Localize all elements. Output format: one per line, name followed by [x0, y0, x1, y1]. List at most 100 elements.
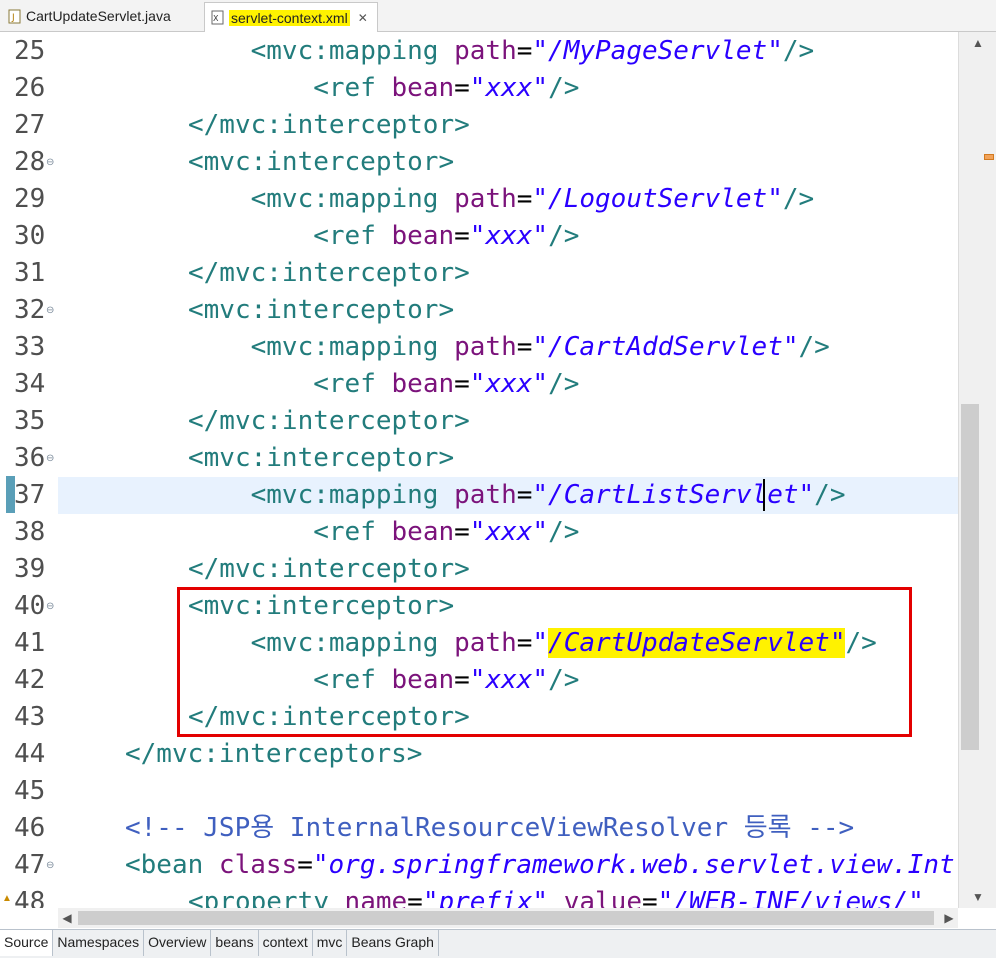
- code-text: </mvc:interceptors>: [125, 736, 422, 773]
- scroll-left-icon[interactable]: ◀: [58, 908, 76, 928]
- xml-tag: />: [548, 221, 580, 251]
- code-text: <property name="prefix" value="/WEB-INF/…: [188, 884, 924, 908]
- horizontal-scroll-thumb[interactable]: [78, 911, 934, 925]
- code-line[interactable]: 28 ⊖ <mvc:interceptor>: [0, 144, 958, 181]
- xml-punct: =: [516, 36, 533, 66]
- code-text: <mvc:mapping path="/CartAddServlet"/>: [188, 329, 830, 366]
- xml-tag: <mvc:mapping: [250, 36, 455, 66]
- code-line[interactable]: 35 </mvc:interceptor>: [0, 403, 958, 440]
- scroll-right-icon[interactable]: ▶: [940, 908, 958, 928]
- xml-string: "xxx": [469, 369, 549, 399]
- tab-beans-graph[interactable]: Beans Graph: [347, 930, 439, 956]
- fold-toggle-icon[interactable]: ⊖: [46, 847, 54, 884]
- xml-tag: />: [548, 369, 580, 399]
- line-number: 44: [14, 739, 46, 769]
- xml-attribute: bean: [391, 73, 455, 103]
- code-line[interactable]: 48 <property name="prefix" value="/WEB-IN…: [0, 884, 958, 908]
- xml-string: "xxx": [469, 221, 549, 251]
- xml-comment: <!-- JSP용 InternalResourceViewResolver 등…: [125, 813, 855, 843]
- scroll-up-icon[interactable]: ▲: [959, 34, 996, 52]
- fold-toggle-icon[interactable]: ⊖: [46, 292, 54, 329]
- code-line[interactable]: 32 ⊖ <mvc:interceptor>: [0, 292, 958, 329]
- code-line[interactable]: 39 </mvc:interceptor>: [0, 551, 958, 588]
- editor-page-tabs: Source Namespaces Overview beans context…: [0, 929, 996, 958]
- code-line[interactable]: 29 <mvc:mapping path="/LogoutServlet"/>: [0, 181, 958, 218]
- code-line[interactable]: 31 </mvc:interceptor>: [0, 255, 958, 292]
- close-tab-icon[interactable]: ✕: [358, 11, 368, 25]
- code-line[interactable]: 34 <ref bean="xxx"/>: [0, 366, 958, 403]
- code-line[interactable]: 45: [0, 773, 958, 810]
- java-file-icon: J: [8, 9, 21, 23]
- xml-punct: =: [454, 369, 470, 399]
- tab-namespaces[interactable]: Namespaces: [53, 930, 145, 956]
- code-line[interactable]: 33 <mvc:mapping path="/CartAddServlet"/>: [0, 329, 958, 366]
- xml-file-icon: X: [211, 10, 224, 25]
- line-number: 26: [14, 73, 46, 103]
- warning-marker-icon[interactable]: ▲: [2, 893, 12, 905]
- xml-tag: />: [798, 332, 830, 362]
- xml-attribute: path: [454, 184, 517, 214]
- xml-string: "prefix": [422, 887, 549, 908]
- quick-diff-change-marker: [6, 476, 15, 513]
- xml-punct: =: [516, 480, 533, 510]
- xml-string: "/LogoutServlet": [532, 184, 783, 214]
- xml-attribute: class: [218, 850, 298, 880]
- tab-label: servlet-context.xml: [229, 9, 350, 26]
- code-text: <bean class="org.springframework.web.ser…: [125, 847, 955, 884]
- xml-tag: <ref: [313, 73, 392, 103]
- xml-attribute: bean: [391, 369, 455, 399]
- horizontal-scrollbar[interactable]: ◀ ▶: [58, 908, 958, 928]
- xml-attribute: name: [344, 887, 408, 908]
- code-text: <mvc:mapping path="/CartListServlet"/>: [188, 477, 846, 514]
- xml-punct: [548, 887, 564, 908]
- xml-punct: =: [297, 850, 313, 880]
- code-line[interactable]: 37 <mvc:mapping path="/CartListServlet"/…: [0, 477, 958, 514]
- code-text: </mvc:interceptor>: [188, 551, 470, 588]
- xml-attribute: path: [454, 332, 517, 362]
- code-text: </mvc:interceptor>: [188, 255, 470, 292]
- tab-cartupdateservlet-java[interactable]: J CartUpdateServlet.java: [2, 2, 200, 30]
- xml-tag: </mvc:interceptor>: [188, 406, 470, 436]
- tab-overview[interactable]: Overview: [144, 930, 212, 956]
- code-line[interactable]: 26 <ref bean="xxx"/>: [0, 70, 958, 107]
- xml-tag: <property: [188, 887, 345, 908]
- code-line[interactable]: 27 </mvc:interceptor>: [0, 107, 958, 144]
- vertical-scrollbar[interactable]: ▲ ▼: [958, 32, 996, 908]
- xml-source-editor[interactable]: 25 <mvc:mapping path="/MyPageServlet"/> 2…: [0, 32, 958, 908]
- xml-punct: =: [454, 73, 470, 103]
- fold-toggle-icon[interactable]: ⊖: [46, 588, 54, 625]
- line-number: 48: [14, 887, 46, 908]
- line-number: 30: [14, 221, 46, 251]
- tab-mvc[interactable]: mvc: [313, 930, 348, 956]
- line-number: 33: [14, 332, 46, 362]
- code-line[interactable]: 46 <!-- JSP용 InternalResourceViewResolver…: [0, 810, 958, 847]
- vertical-scroll-thumb[interactable]: [961, 404, 979, 750]
- code-line[interactable]: 47 ⊖ <bean class="org.springframework.web.…: [0, 847, 958, 884]
- line-number: 47: [14, 850, 46, 880]
- code-line[interactable]: 30 <ref bean="xxx"/>: [0, 218, 958, 255]
- tab-context[interactable]: context: [259, 930, 313, 956]
- xml-tag: </mvc:interceptor>: [188, 110, 470, 140]
- line-number: 25: [14, 36, 46, 66]
- tab-beans[interactable]: beans: [211, 930, 259, 956]
- line-number: 41: [14, 628, 46, 658]
- xml-tag: <mvc:mapping: [250, 184, 455, 214]
- line-number: 27: [14, 110, 46, 140]
- tab-source[interactable]: Source: [0, 930, 54, 956]
- line-number: 46: [14, 813, 46, 843]
- code-line[interactable]: 44 </mvc:interceptors>: [0, 736, 958, 773]
- fold-toggle-icon[interactable]: ⊖: [46, 144, 54, 181]
- code-line[interactable]: 36 ⊖ <mvc:interceptor>: [0, 440, 958, 477]
- xml-punct: =: [516, 184, 533, 214]
- text-caret: [763, 479, 765, 511]
- xml-tag: </mvc:interceptors>: [125, 739, 423, 769]
- xml-punct: =: [454, 517, 470, 547]
- scroll-down-icon[interactable]: ▼: [959, 888, 996, 906]
- tab-servlet-context-xml[interactable]: X servlet-context.xml ✕: [204, 2, 378, 32]
- xml-tag: <mvc:interceptor>: [188, 295, 455, 325]
- fold-toggle-icon[interactable]: ⊖: [46, 440, 54, 477]
- code-line[interactable]: 38 <ref bean="xxx"/>: [0, 514, 958, 551]
- overview-ruler-marker[interactable]: [984, 154, 994, 160]
- code-line[interactable]: 25 <mvc:mapping path="/MyPageServlet"/>: [0, 33, 958, 70]
- code-text: <mvc:mapping path="/MyPageServlet"/>: [188, 33, 815, 70]
